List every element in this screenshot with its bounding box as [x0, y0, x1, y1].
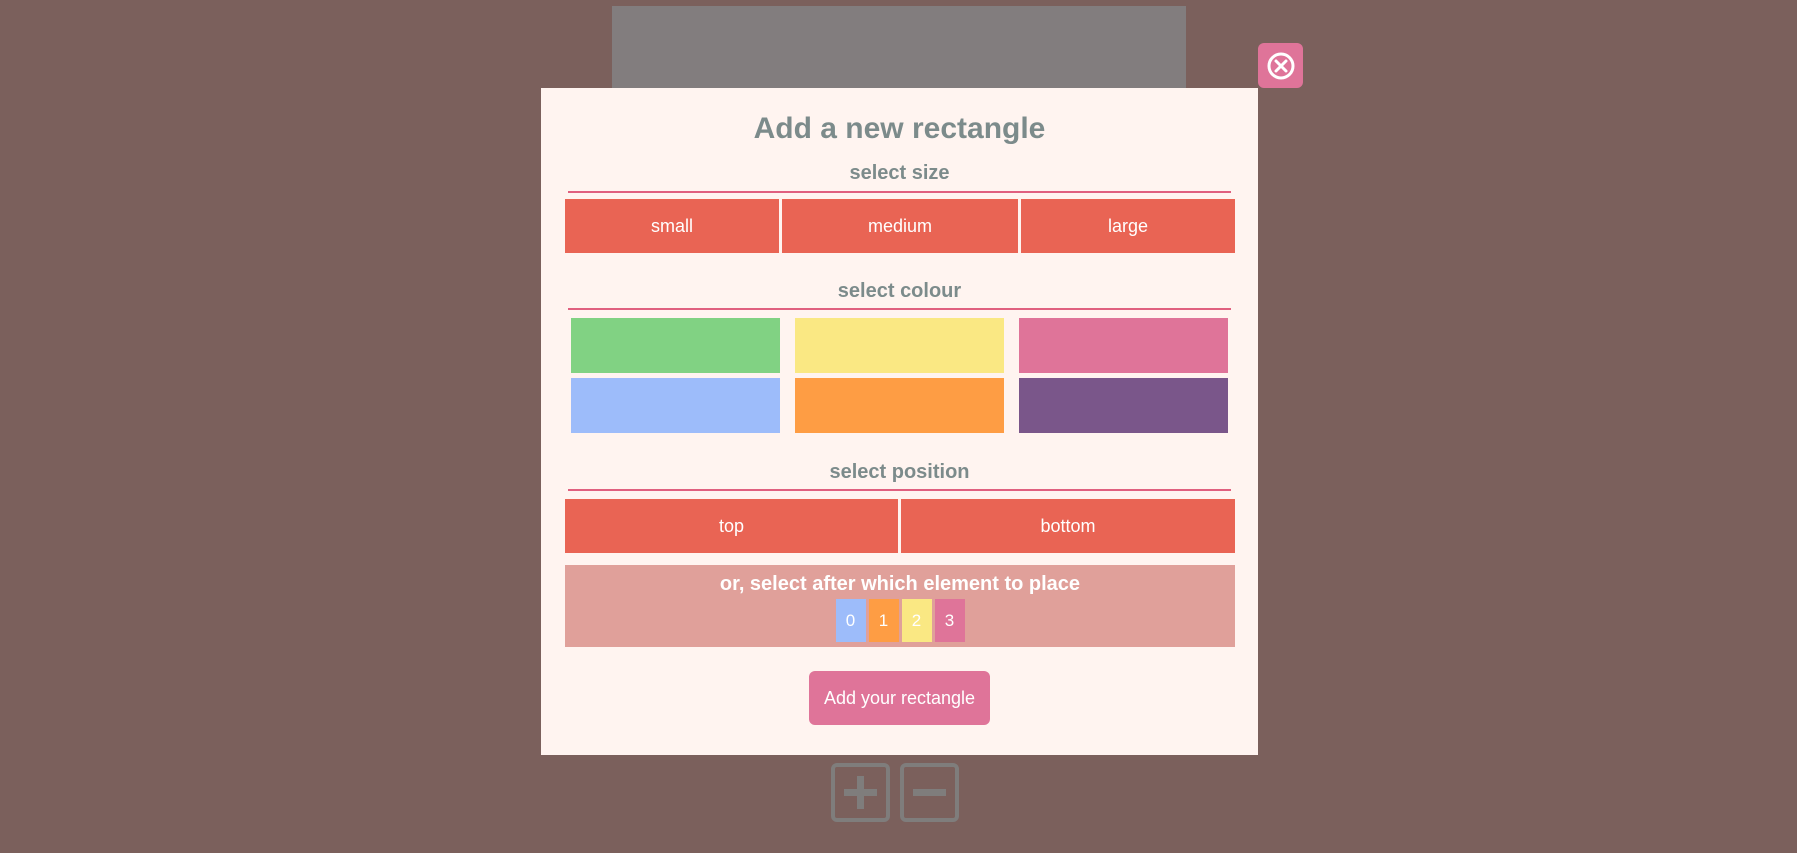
colour-swatch-purple[interactable]: [1019, 378, 1228, 433]
add-rectangle-modal: Add a new rectangle select size small me…: [541, 88, 1258, 755]
position-options: top bottom: [565, 499, 1235, 553]
place-after-panel: or, select after which element to place …: [565, 565, 1235, 647]
place-after-label: or, select after which element to place: [719, 573, 1081, 595]
colour-section-label: select colour: [837, 280, 962, 302]
modal-title: Add a new rectangle: [753, 112, 1046, 145]
size-divider: [568, 191, 1231, 193]
add-rectangle-button[interactable]: Add your rectangle: [809, 671, 990, 725]
position-divider: [568, 489, 1231, 491]
element-chip-0[interactable]: 0: [835, 599, 866, 642]
position-bottom-button[interactable]: bottom: [901, 499, 1235, 553]
element-chip-3[interactable]: 3: [934, 599, 965, 642]
size-options: small medium large: [565, 199, 1235, 253]
zoom-controls: [831, 763, 969, 829]
colour-divider: [568, 308, 1231, 310]
colour-swatch-yellow[interactable]: [795, 318, 1004, 373]
element-chips: 0 1 2 3: [565, 599, 1235, 642]
colour-swatch-orange[interactable]: [795, 378, 1004, 433]
close-circle-icon: [1267, 52, 1294, 79]
size-section-label: select size: [849, 162, 950, 184]
background-rectangle: [612, 6, 1186, 88]
element-chip-1[interactable]: 1: [868, 599, 899, 642]
size-medium-button[interactable]: medium: [782, 199, 1018, 253]
colour-swatch-green[interactable]: [571, 318, 780, 373]
size-small-button[interactable]: small: [565, 199, 779, 253]
size-large-button[interactable]: large: [1021, 199, 1235, 253]
minus-square-icon[interactable]: [900, 763, 959, 822]
colour-swatch-pink[interactable]: [1019, 318, 1228, 373]
element-chip-2[interactable]: 2: [901, 599, 932, 642]
colour-swatch-blue[interactable]: [571, 378, 780, 433]
plus-square-icon[interactable]: [831, 763, 890, 822]
colour-swatches: [571, 318, 1230, 433]
position-section-label: select position: [829, 461, 970, 483]
position-top-button[interactable]: top: [565, 499, 898, 553]
close-modal-button[interactable]: [1258, 43, 1303, 88]
